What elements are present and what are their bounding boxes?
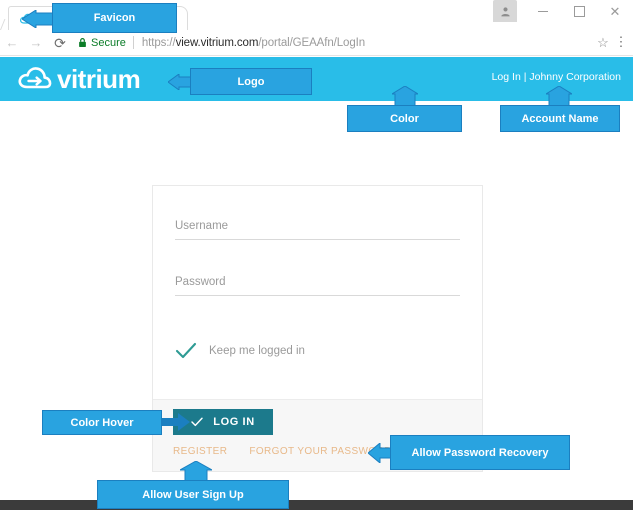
close-button[interactable]: ✕ (597, 0, 633, 22)
password-field-wrapper (175, 272, 460, 296)
keep-logged-in-label: Keep me logged in (209, 345, 305, 357)
login-card: Keep me logged in LOG IN REGISTER FORGOT… (152, 185, 483, 472)
vitrium-cloud-logo-icon (18, 65, 52, 93)
annotation-callout-account-name: Account Name (500, 105, 620, 132)
reload-icon[interactable]: ⟳ (48, 36, 72, 50)
profile-icon[interactable] (493, 0, 517, 22)
back-icon[interactable]: ← (0, 36, 24, 49)
checkmark-icon (175, 342, 197, 360)
annotation-callout-favicon: Favicon (52, 3, 177, 33)
bottom-strip (0, 500, 633, 510)
site-header: vitrium Log In | Johnny Corporation (0, 57, 633, 101)
omnibox-divider (132, 36, 134, 49)
register-link[interactable]: REGISTER (173, 446, 227, 457)
annotation-callout-password-recovery: Allow Password Recovery (390, 435, 570, 470)
browser-window: ✕ ← → ⟳ Secure https://view.vitrium.com/… (0, 0, 633, 510)
maximize-button[interactable] (561, 0, 597, 22)
annotation-callout-user-signup: Allow User Sign Up (97, 480, 289, 509)
minimize-button[interactable] (525, 0, 561, 22)
browser-toolbar: ← → ⟳ Secure https://view.vitrium.com/po… (0, 30, 633, 56)
url-text: https://view.vitrium.com/portal/GEAAfn/L… (142, 37, 365, 49)
bookmark-star-icon[interactable]: ☆ (593, 35, 613, 51)
annotation-callout-color: Color (347, 105, 462, 132)
url-path: /portal/GEAAfn/LogIn (258, 36, 366, 49)
lock-icon (78, 37, 87, 48)
url-scheme: https:// (141, 36, 176, 49)
password-input[interactable] (175, 276, 460, 296)
username-input[interactable] (175, 220, 460, 240)
address-bar[interactable]: Secure https://view.vitrium.com/portal/G… (78, 33, 589, 53)
brand-name: vitrium (57, 63, 141, 94)
username-field-wrapper (175, 216, 460, 240)
window-controls: ✕ (493, 0, 633, 30)
login-footer-links: REGISTER FORGOT YOUR PASSWORD? (173, 446, 398, 457)
brand-logo[interactable]: vitrium (18, 63, 141, 95)
secure-label: Secure (91, 36, 126, 49)
keep-logged-in-checkbox[interactable]: Keep me logged in (175, 342, 460, 360)
annotation-callout-logo: Logo (190, 68, 312, 95)
annotation-arrow-right-hover (160, 413, 190, 436)
account-name-label[interactable]: Log In | Johnny Corporation (492, 71, 621, 83)
forward-icon[interactable]: → (24, 36, 48, 49)
login-check-icon (191, 417, 203, 427)
login-button-label: LOG IN (213, 416, 255, 428)
annotation-callout-color-hover: Color Hover (42, 410, 162, 435)
login-form: Keep me logged in (153, 186, 482, 399)
kebab-menu-icon[interactable]: ⋮ (613, 35, 629, 49)
annotation-arrow-left-favicon (21, 9, 57, 33)
url-host: view.vitrium.com (175, 36, 259, 49)
